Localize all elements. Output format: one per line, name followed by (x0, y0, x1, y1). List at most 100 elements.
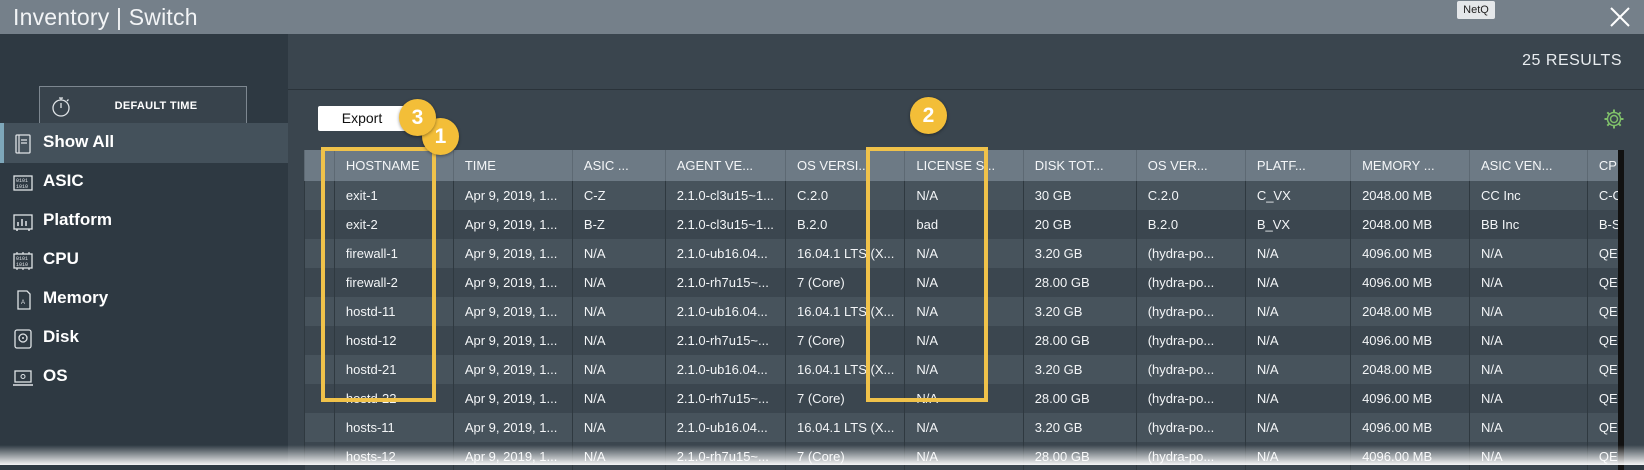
table-cell: 2.1.0-rh7u15~... (664, 268, 786, 297)
table-cell: N/A (1244, 297, 1351, 326)
table-cell: B-S (1586, 210, 1622, 239)
table-cell: 30 GB (1022, 181, 1137, 210)
os-laptop-icon (13, 370, 33, 386)
table-cell: 16.04.1 LTS (X... (785, 413, 905, 442)
window-title: Inventory | Switch (13, 4, 198, 30)
table-cell: 3.20 GB (1022, 297, 1137, 326)
gear-icon[interactable] (1603, 108, 1625, 130)
table-cell: (hydra-po... (1135, 297, 1246, 326)
table-cell: 28.00 GB (1022, 326, 1137, 355)
column-header[interactable]: TIME (452, 150, 573, 181)
table-cell: Apr 9, 2019, 1... (452, 239, 573, 268)
table-scrollbar[interactable] (1618, 150, 1624, 470)
svg-text:1010: 1010 (16, 184, 28, 190)
table-row[interactable]: hosts-11 Apr 9, 2019, 1... N/A 2.1.0-ub16.0… (304, 413, 1622, 442)
table-cell: N/A (1468, 297, 1588, 326)
column-header[interactable]: MEMORY ... (1350, 150, 1470, 181)
table-cell: 3.20 GB (1022, 413, 1137, 442)
column-header[interactable]: AGENT VE... (664, 150, 786, 181)
column-header[interactable]: ASIC ... (571, 150, 666, 181)
netq-badge: NetQ (1457, 1, 1495, 19)
table-cell: BB Inc (1468, 210, 1588, 239)
table-cell: QE (1586, 326, 1622, 355)
sidebar-item-platform[interactable]: Platform (0, 201, 288, 241)
table-cell: N/A (1468, 239, 1588, 268)
export-button[interactable]: Export (318, 106, 406, 131)
svg-text:1010: 1010 (16, 262, 28, 268)
sidebar-item-show-all[interactable]: Show All (0, 123, 288, 163)
sidebar-item-label: CPU (43, 249, 79, 268)
table-cell: 4096.00 MB (1350, 239, 1470, 268)
table-cell: 2.1.0-cl3u15~1... (664, 210, 786, 239)
table-cell: 4096.00 MB (1350, 326, 1470, 355)
table-cell: B.2.0 (1135, 210, 1246, 239)
row-selector[interactable] (304, 413, 335, 442)
table-cell: N/A (571, 326, 666, 355)
table-cell: C.2.0 (1135, 181, 1246, 210)
sidebar-item-cpu[interactable]: 0101 1010 CPU (0, 240, 288, 280)
table-cell: (hydra-po... (1135, 413, 1246, 442)
table-cell: 2048.00 MB (1350, 181, 1470, 210)
table-cell: 4096.00 MB (1350, 268, 1470, 297)
sidebar-item-disk[interactable]: Disk (0, 318, 288, 358)
table-cell: 28.00 GB (1022, 384, 1137, 413)
table-cell: 3.20 GB (1022, 239, 1137, 268)
table-cell: Apr 9, 2019, 1... (452, 384, 573, 413)
table-cell: N/A (1468, 268, 1588, 297)
table-cell: (hydra-po... (1135, 384, 1246, 413)
table-cell: 2.1.0-ub16.04... (664, 413, 786, 442)
sidebar-item-asic[interactable]: 0101 1010 ASIC (0, 162, 288, 202)
sidebar-item-label: ASIC (43, 171, 84, 190)
table-cell: C-Z (571, 181, 666, 210)
table-cell: 4096.00 MB (1350, 413, 1470, 442)
table-cell: QE (1586, 384, 1622, 413)
table-cell: N/A (571, 384, 666, 413)
table-cell: N/A (571, 413, 666, 442)
default-time-button[interactable]: DEFAULT TIME (39, 86, 247, 126)
table-cell: hosts-11 (333, 413, 454, 442)
table-cell: B-Z (571, 210, 666, 239)
table-cell: QE (1586, 239, 1622, 268)
close-button[interactable] (1608, 5, 1632, 29)
table-cell: C_VX (1244, 181, 1351, 210)
table-cell: 3.20 GB (1022, 355, 1137, 384)
asic-chip-icon: 01011010 (13, 175, 33, 191)
header-divider (288, 89, 1644, 90)
cpu-chip-icon: 01011010 (13, 252, 33, 270)
table-cell: 2048.00 MB (1350, 355, 1470, 384)
table-cell: 2.1.0-rh7u15~... (664, 326, 786, 355)
table-cell: (hydra-po... (1135, 326, 1246, 355)
table-cell: QE (1586, 268, 1622, 297)
sidebar-item-os[interactable]: OS (0, 357, 288, 397)
column-header[interactable]: OS VER... (1135, 150, 1246, 181)
table-cell: (hydra-po... (1135, 268, 1246, 297)
table-cell: N/A (571, 268, 666, 297)
column-header[interactable]: CP (1586, 150, 1622, 181)
callout-marker: 2 (910, 97, 947, 134)
table-cell: N/A (571, 297, 666, 326)
table-cell: N/A (1468, 384, 1588, 413)
column-header[interactable]: DISK TOT... (1022, 150, 1137, 181)
table-cell: C-C (1586, 181, 1622, 210)
disk-icon (14, 329, 32, 349)
table-cell: N/A (571, 239, 666, 268)
table-cell: 2.1.0-cl3u15~1... (664, 181, 786, 210)
table-cell: CC Inc (1468, 181, 1588, 210)
title-bar: Inventory | Switch NetQ (0, 0, 1644, 34)
table-cell: 20 GB (1022, 210, 1137, 239)
sidebar-item-label: Memory (43, 288, 109, 307)
main-panel: 25 RESULTS Export HOSTNAME TIME ASIC ...… (288, 34, 1644, 470)
table-cell: 2048.00 MB (1350, 297, 1470, 326)
table-cell: Apr 9, 2019, 1... (452, 355, 573, 384)
table-cell: N/A (1244, 355, 1351, 384)
sidebar: DEFAULT TIME Show All 0101 1010 ASIC Plat… (0, 34, 288, 465)
sidebar-item-label: Show All (43, 132, 115, 151)
column-header[interactable]: PLATF... (1244, 150, 1351, 181)
column-header[interactable]: ASIC VEN... (1468, 150, 1588, 181)
close-icon (1610, 7, 1630, 27)
results-count: 25 RESULTS (1522, 52, 1622, 69)
table-cell: N/A (1244, 413, 1351, 442)
table-cell: N/A (904, 413, 1024, 442)
table-cell: (hydra-po... (1135, 355, 1246, 384)
sidebar-item-memory[interactable]: A Memory (0, 279, 288, 319)
